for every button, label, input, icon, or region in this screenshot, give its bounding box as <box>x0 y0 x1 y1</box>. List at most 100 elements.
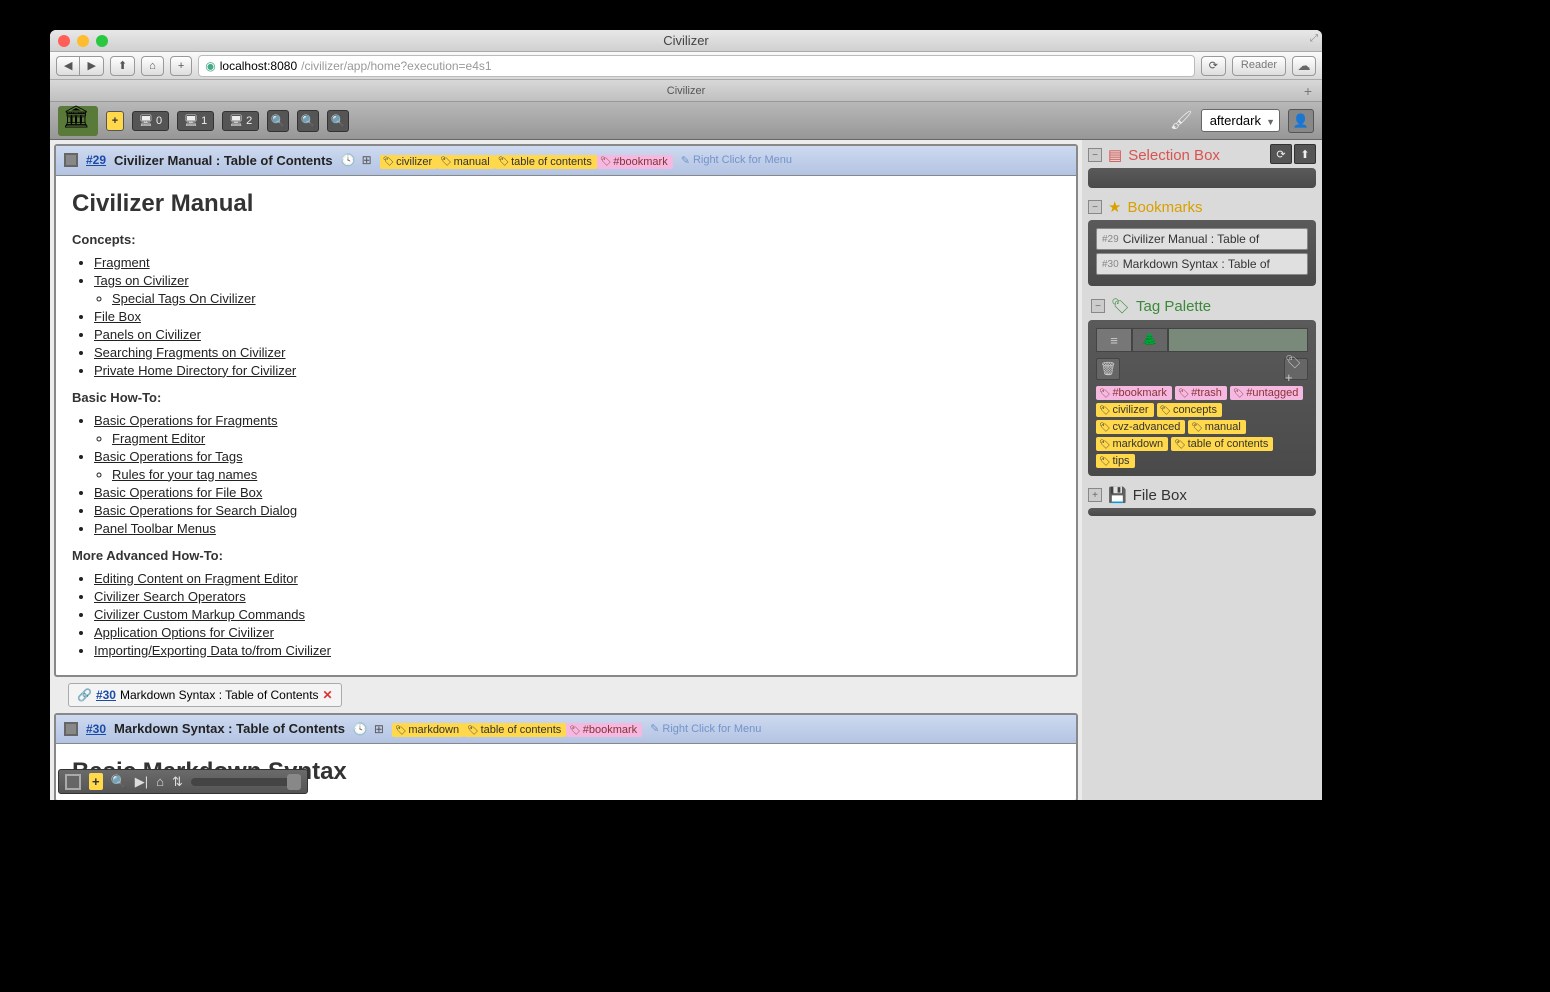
content-link[interactable]: Basic Operations for File Box <box>94 485 262 500</box>
collapse-selection-box[interactable]: − <box>1088 148 1102 162</box>
search-button-1[interactable]: 🔍 <box>267 110 289 132</box>
panel-checkbox[interactable] <box>65 774 81 790</box>
expand-icon[interactable]: ⤢ <box>1310 33 1318 44</box>
content-link[interactable]: File Box <box>94 309 141 324</box>
search-button-2[interactable]: 🔍 <box>297 110 319 132</box>
theme-select[interactable]: afterdark ▼ <box>1201 109 1280 132</box>
panel-1-button[interactable]: 🖥 1 <box>177 111 214 131</box>
content-link[interactable]: Private Home Directory for Civilizer <box>94 363 296 378</box>
share-button[interactable]: ⬆ <box>110 56 135 76</box>
tag[interactable]: 🏷civilizer <box>1096 403 1154 417</box>
panel-home-icon[interactable]: ⌂ <box>156 774 164 789</box>
tag[interactable]: 🏷manual <box>1188 420 1246 434</box>
fragment-header[interactable]: #29 Civilizer Manual : Table of Contents… <box>56 146 1076 176</box>
panel-sort-icon[interactable]: ⇅ <box>172 774 183 790</box>
tag[interactable]: 🏷manual <box>437 155 495 169</box>
tag[interactable]: 🏷markdown <box>392 723 464 737</box>
tag[interactable]: 🏷#bookmark <box>1096 386 1172 400</box>
app-logo[interactable] <box>58 106 98 136</box>
tag-trash-button[interactable]: 🗑 <box>1096 358 1120 380</box>
brush-icon[interactable]: 🖌 <box>1170 110 1193 131</box>
content-link[interactable]: Rules for your tag names <box>112 467 257 482</box>
new-fragment-button[interactable]: + <box>106 111 124 131</box>
collapse-bookmarks[interactable]: − <box>1088 200 1102 214</box>
list-item: Basic Operations for Fragments Fragment E… <box>94 413 1060 446</box>
fragment-id-link[interactable]: #29 <box>86 153 106 167</box>
tag[interactable]: 🏷table of contents <box>464 723 566 737</box>
side-up-button[interactable]: ⬆ <box>1294 144 1316 164</box>
tag[interactable]: 🏷#trash <box>1175 386 1227 400</box>
new-tab-button[interactable]: + <box>1298 83 1318 99</box>
tag-filter-input[interactable] <box>1168 328 1308 352</box>
home-button[interactable]: ⌂ <box>141 56 164 76</box>
panel-0-button[interactable]: 🖥 0 <box>132 111 169 131</box>
grid-icon[interactable]: ⊞ <box>374 722 384 736</box>
cloud-button[interactable]: ☁ <box>1292 56 1316 76</box>
remove-related-icon[interactable]: ✕ <box>323 688 333 702</box>
related-fragment[interactable]: 🔗 #30 Markdown Syntax : Table of Content… <box>68 683 342 707</box>
clock-icon[interactable]: 🕓 <box>341 153 356 167</box>
tag-tree-view-tab[interactable]: 🌲 <box>1132 328 1168 352</box>
bookmark-item[interactable]: #29Civilizer Manual : Table of <box>1096 228 1308 250</box>
add-button[interactable]: + <box>170 56 192 76</box>
search-button-3[interactable]: 🔍 <box>327 110 349 132</box>
fragment-header[interactable]: #30 Markdown Syntax : Table of Contents … <box>56 715 1076 745</box>
grid-icon[interactable]: ⊞ <box>362 153 372 167</box>
panel-next-icon[interactable]: ▶| <box>135 774 148 790</box>
panel-zoom-slider[interactable] <box>191 778 301 786</box>
content-link[interactable]: Fragment <box>94 255 150 270</box>
bookmarks-panel: − ★ Bookmarks #29Civilizer Manual : Tabl… <box>1088 198 1316 286</box>
panel-2-button[interactable]: 🖥 2 <box>222 111 259 131</box>
reload-button[interactable]: ⟳ <box>1201 56 1226 76</box>
content-link[interactable]: Importing/Exporting Data to/from Civiliz… <box>94 643 331 658</box>
panel-toolbar[interactable]: + 🔍 ▶| ⌂ ⇅ <box>58 769 308 794</box>
panel-search-icon[interactable]: 🔍 <box>111 774 127 790</box>
tag-add-button[interactable]: 🏷+ <box>1284 358 1308 380</box>
tab-civilizer[interactable]: Civilizer <box>667 85 706 97</box>
content-link[interactable]: Searching Fragments on Civilizer <box>94 345 285 360</box>
tag[interactable]: 🏷#untagged <box>1230 386 1303 400</box>
forward-button[interactable]: ▶ <box>79 56 103 76</box>
content-link[interactable]: Editing Content on Fragment Editor <box>94 571 298 586</box>
fragment-id-link[interactable]: #30 <box>86 722 106 736</box>
content-link[interactable]: Civilizer Custom Markup Commands <box>94 607 305 622</box>
tag[interactable]: 🏷table of contents <box>495 155 597 169</box>
content-link[interactable]: Basic Operations for Fragments <box>94 413 278 428</box>
tag-list-view-tab[interactable]: ≡ <box>1096 328 1132 352</box>
globe-icon: ◉ <box>205 59 215 73</box>
content-link[interactable]: Panels on Civilizer <box>94 327 201 342</box>
content-link[interactable]: Panel Toolbar Menus <box>94 521 216 536</box>
expand-file-box[interactable]: + <box>1088 488 1102 502</box>
content-link[interactable]: Application Options for Civilizer <box>94 625 274 640</box>
content-link[interactable]: Tags on Civilizer <box>94 273 189 288</box>
tag[interactable]: 🏷civilizer <box>380 155 438 169</box>
reader-button[interactable]: Reader <box>1232 56 1286 76</box>
file-box-body[interactable] <box>1088 508 1316 516</box>
content-link[interactable]: Fragment Editor <box>112 431 205 446</box>
bookmark-item[interactable]: #30Markdown Syntax : Table of <box>1096 253 1308 275</box>
back-button[interactable]: ◀ <box>56 56 79 76</box>
url-input[interactable]: ◉ localhost:8080/civilizer/app/home?exec… <box>198 55 1194 77</box>
collapse-tag-palette[interactable]: − <box>1091 299 1105 313</box>
tag[interactable]: 🏷table of contents <box>1171 437 1273 451</box>
fragment-checkbox[interactable] <box>64 722 78 736</box>
context-menu-hint: ✎ Right Click for Menu <box>650 722 761 735</box>
user-button[interactable]: 👤 <box>1288 109 1314 133</box>
fragment-checkbox[interactable] <box>64 153 78 167</box>
tag[interactable]: 🏷markdown <box>1096 437 1168 451</box>
panel-add-button[interactable]: + <box>89 773 103 790</box>
content-link[interactable]: Civilizer Search Operators <box>94 589 246 604</box>
tag[interactable]: 🏷tips <box>1096 454 1135 468</box>
content-link[interactable]: Basic Operations for Search Dialog <box>94 503 297 518</box>
fragment-title: Markdown Syntax : Table of Contents <box>114 721 345 736</box>
selection-box-body[interactable] <box>1088 168 1316 188</box>
tag[interactable]: 🏷#bookmark <box>597 155 673 169</box>
app-toolbar: + 🖥 0 🖥 1 🖥 2 🔍 🔍 🔍 🖌 afterdark ▼ 👤 <box>50 102 1322 140</box>
tag[interactable]: 🏷concepts <box>1157 403 1222 417</box>
tag[interactable]: 🏷cvz-advanced <box>1096 420 1185 434</box>
tag[interactable]: 🏷#bookmark <box>566 723 642 737</box>
side-refresh-button[interactable]: ⟳ <box>1270 144 1292 164</box>
content-link[interactable]: Special Tags On Civilizer <box>112 291 256 306</box>
clock-icon[interactable]: 🕓 <box>353 722 368 736</box>
content-link[interactable]: Basic Operations for Tags <box>94 449 243 464</box>
